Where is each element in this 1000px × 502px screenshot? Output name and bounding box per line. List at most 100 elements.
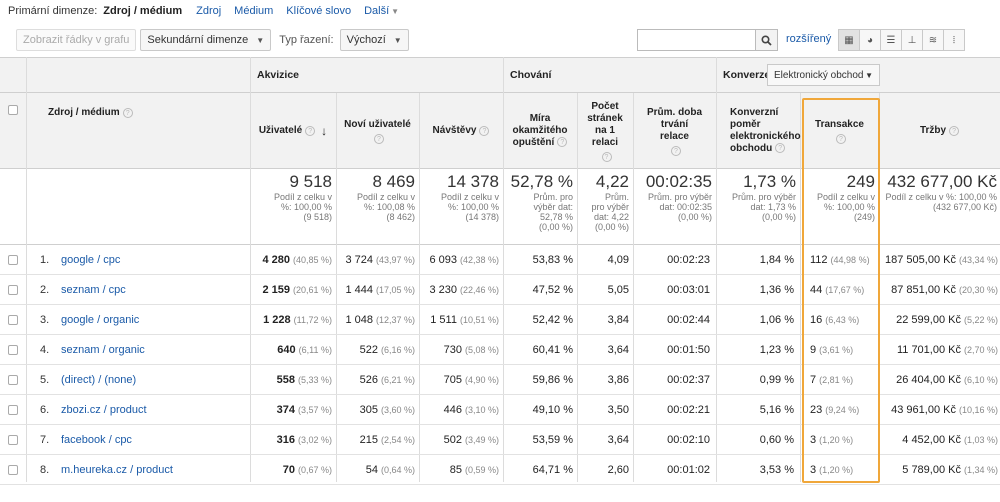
cell-conv: 5,16 % [716,395,794,425]
cell-bounce: 53,59 % [503,425,573,455]
cell-users: 558 (5,33 %) [250,365,332,395]
help-icon[interactable]: ? [122,108,133,118]
column-header-sessions[interactable]: Návštěvy? [419,93,503,169]
row-checkbox[interactable] [8,465,18,475]
cell-conv: 3,53 % [716,455,794,485]
cell-bounce: 60,41 % [503,335,573,365]
row-checkbox[interactable] [8,405,18,415]
cell-value: 00:02:21 [667,404,710,416]
table-search-input[interactable] [637,29,756,51]
source-medium-link[interactable]: facebook / cpc [61,425,132,455]
column-header-conversion-rate[interactable]: Konverzní poměr elektronického obchodu? [716,93,801,169]
cell-value: 5,05 [607,284,629,296]
conversion-type-select[interactable]: Elektronický obchod ▼ [767,64,880,86]
cell-new: 526 (6,21 %) [336,365,415,395]
help-icon[interactable]: ? [836,133,846,144]
cell-percent: (20,61 %) [292,285,332,295]
row-checkbox[interactable] [8,315,18,325]
dimension-option-keyword[interactable]: Klíčové slovo [286,5,351,17]
total-users: 9 518 Podíl z celku v%: 100,00 % (9 518) [273,172,332,222]
cell-value: 3 230 [429,284,457,296]
primary-dimension-bar: Primární dimenze: Zdroj / médium Zdroj M… [0,0,1000,22]
cell-percent: (17,67 %) [825,285,865,295]
source-medium-link[interactable]: seznam / cpc [61,275,126,305]
help-icon[interactable]: ? [479,126,490,136]
help-icon[interactable]: ? [557,137,568,148]
column-header-source[interactable]: Zdroj / médium? [30,57,250,169]
cell-value: 3,50 [607,404,629,416]
column-header-transactions[interactable]: Transakce? [800,93,879,169]
total-conversion-rate: 1,73 % Prům. pro výběr dat: 1,73 % (0,00 %) [731,172,796,222]
cell-percent: (12,37 %) [375,315,415,325]
help-icon[interactable]: ? [305,126,316,136]
cell-value: 53,59 % [532,434,573,446]
sort-type-select[interactable]: Výchozí ▼ [339,29,409,51]
column-header-revenue[interactable]: Tržby? [879,93,1000,169]
source-medium-link[interactable]: m.heureka.cz / product [61,455,173,485]
source-medium-link[interactable]: seznam / organic [61,335,145,365]
dimension-option-more[interactable]: Další ▼ [364,5,399,17]
column-header-pages-per-session[interactable]: Počet stránek na 1 relaci? [577,93,633,169]
source-medium-link[interactable]: zbozi.cz / product [61,395,147,425]
table-row: 3. google / organic 1 228 (11,72 %) 1 048 (12… [0,305,1000,335]
cell-tr: 9 (3,61 %) [800,335,875,365]
cell-value: 70 [282,464,295,476]
term-cloud-view-button[interactable]: ≋ [922,29,944,51]
cell-percent: (6,21 %) [380,375,415,385]
cell-value: 26 404,00 Kč [896,374,961,386]
source-medium-link[interactable]: (direct) / (none) [61,365,136,395]
column-header-users[interactable]: Uživatelé? ↓ [250,93,336,169]
pivot-view-button[interactable]: ⦙ [943,29,965,51]
pivot-icon: ⦙ [952,34,956,46]
select-all-checkbox[interactable] [8,105,18,115]
cell-pages: 2,60 [577,455,629,485]
row-checkbox[interactable] [8,375,18,385]
cell-pages: 3,64 [577,425,629,455]
cell-value: 2 159 [262,284,290,296]
column-header-bounce-rate[interactable]: Míra okamžitého opuštění? [503,93,577,169]
cell-value: 2,60 [607,464,629,476]
cell-percent: (3,10 %) [464,405,499,415]
help-icon[interactable]: ? [671,145,681,156]
total-sessions: 14 378 Podíl z celku v%: 100,00 % (14 378) [440,172,499,222]
row-checkbox[interactable] [8,285,18,295]
table-view-button[interactable]: ▦ [838,29,860,51]
cell-percent: (22,46 %) [459,285,499,295]
comparison-view-button[interactable]: ⊥ [901,29,923,51]
row-checkbox[interactable] [8,345,18,355]
source-medium-link[interactable]: google / cpc [61,245,120,275]
cell-users: 4 280 (40,85 %) [250,245,332,275]
help-icon[interactable]: ? [949,126,960,136]
help-icon[interactable]: ? [775,143,786,154]
help-icon[interactable]: ? [374,133,384,144]
cell-value: 59,86 % [532,374,573,386]
plot-rows-button[interactable]: Zobrazit řádky v grafu [16,29,137,51]
secondary-dimension-button[interactable]: Sekundární dimenze ▼ [140,29,272,51]
source-medium-link[interactable]: google / organic [61,305,139,335]
cell-value: 3,64 [607,344,629,356]
dimension-option-medium[interactable]: Médium [234,5,273,17]
cell-conv: 1,06 % [716,305,794,335]
table-row: 6. zbozi.cz / product 374 (3,57 %) 305 (3,60 … [0,395,1000,425]
cell-ses: 3 230 (22,46 %) [419,275,499,305]
advanced-filter-link[interactable]: rozšířený [786,33,831,45]
row-checkbox[interactable] [8,255,18,265]
row-index: 8. [40,464,50,476]
column-header-new-users[interactable]: Noví uživatelé? [336,93,419,169]
dimension-option-source[interactable]: Zdroj [196,5,221,17]
row-checkbox[interactable] [8,435,18,445]
pie-view-button[interactable]: ◕ [859,29,881,51]
cell-percent: (42,38 %) [459,255,499,265]
cell-value: 446 [443,404,462,416]
search-button[interactable] [756,29,778,51]
cell-value: 1 511 [430,314,457,326]
row-index: 3. [40,314,50,326]
help-icon[interactable]: ? [601,151,612,162]
cell-value: 3,86 [607,374,629,386]
cell-value: 3 [810,464,817,476]
column-header-avg-duration[interactable]: Prům. doba trvání relace? [633,93,716,169]
performance-view-button[interactable]: ☰ [880,29,902,51]
cell-value: 23 [810,404,823,416]
cell-conv: 1,23 % [716,335,794,365]
cell-dur: 00:01:50 [633,335,710,365]
